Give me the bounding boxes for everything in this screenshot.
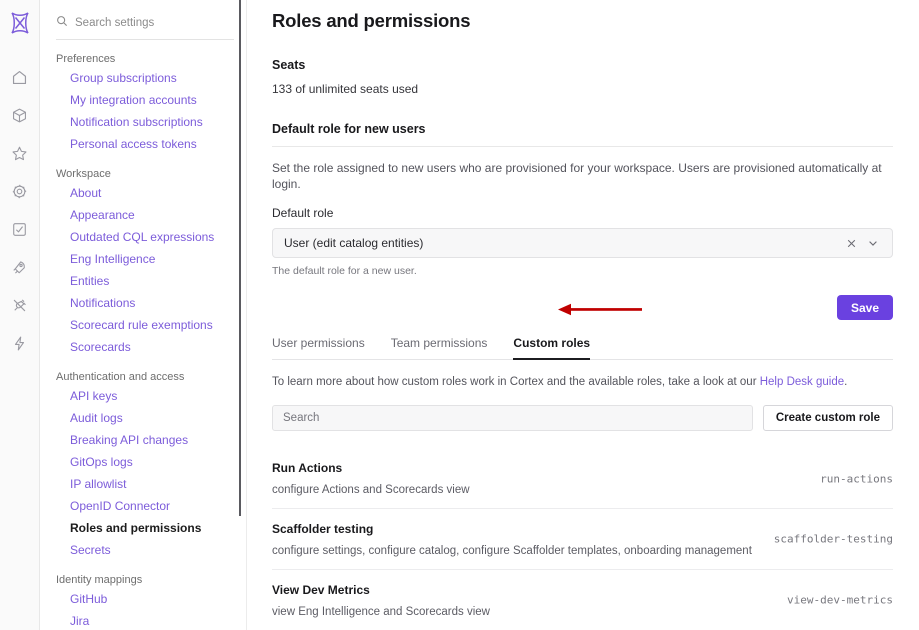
gear-icon[interactable] xyxy=(3,172,37,210)
sidebar-item-eng-intelligence[interactable]: Eng Intelligence xyxy=(56,248,234,270)
sidebar-item-group-subscriptions[interactable]: Group subscriptions xyxy=(56,67,234,89)
sidebar-item-gitops-logs[interactable]: GitOps logs xyxy=(56,451,234,473)
seats-heading: Seats xyxy=(272,58,306,72)
learn-more-text: To learn more about how custom roles wor… xyxy=(272,376,893,388)
sidebar-item-openid-connector[interactable]: OpenID Connector xyxy=(56,495,234,517)
role-row[interactable]: Run Actions configure Actions and Scoreca… xyxy=(272,449,893,508)
seats-usage-text: 133 of unlimited seats used xyxy=(272,82,419,96)
sidebar-item-entities[interactable]: Entities xyxy=(56,270,234,292)
roles-search-input[interactable] xyxy=(272,405,753,431)
nav-group-title: Identity mappings xyxy=(56,574,143,586)
rocket-icon[interactable] xyxy=(3,248,37,286)
default-role-selected-value: User (edit catalog entities) xyxy=(284,236,424,250)
sidebar-item-jira[interactable]: Jira xyxy=(56,610,234,630)
sidebar-item-ip-allowlist[interactable]: IP allowlist xyxy=(56,473,234,495)
settings-page: Preferences Group subscriptionsMy integra… xyxy=(0,0,919,630)
role-row[interactable]: Scaffolder testing configure settings, co… xyxy=(272,508,893,569)
default-role-label: Default role xyxy=(272,206,334,220)
permissions-tabs: User permissions Team permissions Custom r… xyxy=(272,335,893,360)
create-custom-role-button[interactable]: Create custom role xyxy=(762,405,893,431)
search-icon xyxy=(56,14,68,32)
role-slug: view-dev-metrics xyxy=(787,593,893,607)
sidebar-item-github[interactable]: GitHub xyxy=(56,588,234,610)
search-input[interactable] xyxy=(75,16,234,29)
cube-icon[interactable] xyxy=(3,96,37,134)
page-title: Roles and permissions xyxy=(272,10,471,31)
role-slug: scaffolder-testing xyxy=(773,532,893,546)
learn-more-prefix: To learn more about how custom roles wor… xyxy=(272,376,760,388)
tab-custom-roles[interactable]: Custom roles xyxy=(513,336,591,360)
role-name: Run Actions xyxy=(272,461,343,475)
sidebar-divider xyxy=(246,0,247,630)
plug-icon[interactable] xyxy=(3,286,37,324)
sidebar-item-breaking-api-changes[interactable]: Breaking API changes xyxy=(56,429,234,451)
scorecard-icon[interactable] xyxy=(3,210,37,248)
nav-group-title: Workspace xyxy=(56,168,111,180)
role-description: configure settings, configure catalog, c… xyxy=(272,545,752,557)
sidebar-item-personal-access-tokens[interactable]: Personal access tokens xyxy=(56,133,234,155)
home-icon[interactable] xyxy=(3,58,37,96)
sidebar-item-scorecards[interactable]: Scorecards xyxy=(56,336,234,358)
app-icon-rail xyxy=(0,0,40,630)
star-icon[interactable] xyxy=(3,134,37,172)
close-icon[interactable] xyxy=(840,232,862,254)
tab-user-permissions[interactable]: User permissions xyxy=(272,336,365,360)
sidebar-item-notification-subscriptions[interactable]: Notification subscriptions xyxy=(56,111,234,133)
sidebar-item-roles-and-permissions[interactable]: Roles and permissions xyxy=(56,517,234,539)
sidebar-item-audit-logs[interactable]: Audit logs xyxy=(56,407,234,429)
chevron-down-icon[interactable] xyxy=(862,232,884,254)
sidebar-item-about[interactable]: About xyxy=(56,182,234,204)
role-description: view Eng Intelligence and Scorecards vie… xyxy=(272,606,490,618)
default-role-description: Set the role assigned to new users who a… xyxy=(272,161,882,191)
sidebar-item-scorecard-rule-exemptions[interactable]: Scorecard rule exemptions xyxy=(56,314,234,336)
sidebar-item-secrets[interactable]: Secrets xyxy=(56,539,234,561)
sidebar-item-appearance[interactable]: Appearance xyxy=(56,204,234,226)
roles-search-row: Create custom role xyxy=(272,405,893,431)
role-slug: run-actions xyxy=(820,472,893,485)
role-row[interactable]: View Dev Metrics view Eng Intelligence an… xyxy=(272,569,893,630)
sidebar-item-notifications[interactable]: Notifications xyxy=(56,292,234,314)
learn-more-suffix: . xyxy=(844,376,848,388)
save-row: Save xyxy=(272,295,893,320)
sidebar-scrollbar[interactable] xyxy=(239,0,241,516)
tab-team-permissions[interactable]: Team permissions xyxy=(391,336,488,360)
sidebar-item-api-keys[interactable]: API keys xyxy=(56,385,234,407)
cortex-logo[interactable] xyxy=(3,6,37,40)
sidebar-item-outdated-cql-expressions[interactable]: Outdated CQL expressions xyxy=(56,226,234,248)
custom-roles-list: Run Actions configure Actions and Scoreca… xyxy=(272,449,893,630)
settings-nav: Preferences Group subscriptionsMy integra… xyxy=(40,0,248,630)
help-desk-guide-link[interactable]: Help Desk guide xyxy=(760,376,844,388)
default-role-heading: Default role for new users xyxy=(272,122,426,136)
lightning-icon[interactable] xyxy=(3,324,37,362)
search-settings-field[interactable] xyxy=(56,6,234,40)
nav-group-title: Authentication and access xyxy=(56,371,185,383)
default-role-select[interactable]: User (edit catalog entities) xyxy=(272,228,893,258)
main-content: Roles and permissions Seats 133 of unlim… xyxy=(248,0,919,630)
sidebar-item-my-integration-accounts[interactable]: My integration accounts xyxy=(56,89,234,111)
default-role-help-text: The default role for a new user. xyxy=(272,265,417,277)
role-description: configure Actions and Scorecards view xyxy=(272,484,470,496)
nav-group-title: Preferences xyxy=(56,53,116,65)
section-divider xyxy=(272,146,893,147)
save-button[interactable]: Save xyxy=(836,295,893,320)
